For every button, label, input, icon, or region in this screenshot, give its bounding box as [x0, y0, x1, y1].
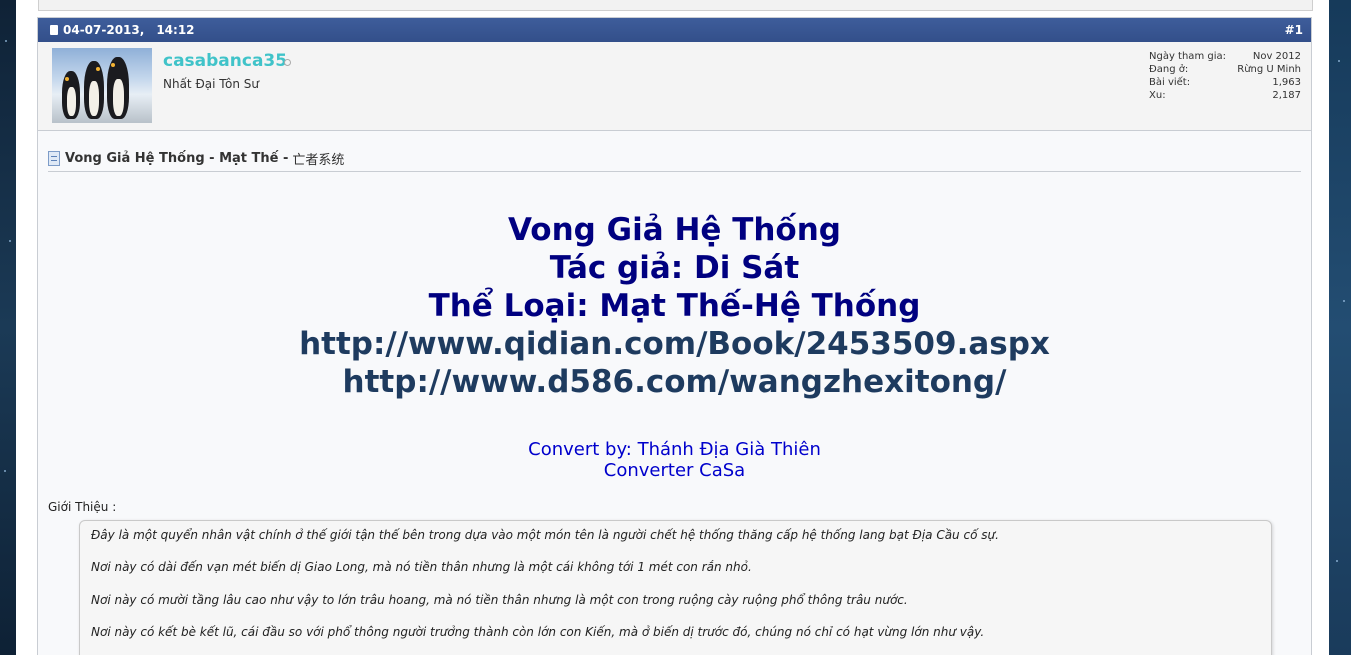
stat-value: Rừng U Minh — [1237, 64, 1301, 75]
avatar[interactable] — [52, 48, 152, 123]
source-url-qidian: http://www.qidian.com/Book/2453509.aspx — [299, 326, 1050, 362]
post-date: 04-07-2013, — [63, 23, 145, 37]
document-icon — [48, 150, 60, 166]
star-dot — [5, 40, 7, 42]
stat-label: Đang ở: — [1149, 64, 1189, 75]
post-title: Vong Giả Hệ Thống - Mạt Thế - 亡者系统 — [48, 145, 1301, 172]
stat-value: 1,963 — [1272, 77, 1301, 88]
stat-posts: Bài viết: 1,963 — [1149, 76, 1301, 89]
previous-post-edge — [38, 0, 1313, 11]
stat-value: Nov 2012 — [1252, 51, 1301, 62]
penguin-graphic — [62, 71, 80, 119]
intro-quote: Đây là một quyển nhân vật chính ở thế gi… — [79, 520, 1272, 655]
offline-status-icon — [284, 59, 291, 66]
converter-name: Converter CaSa — [603, 460, 746, 481]
stat-location: Đang ở: Rừng U Minh — [1149, 63, 1301, 76]
stat-label: Bài viết: — [1149, 77, 1191, 88]
stat-label: Xu: — [1149, 90, 1166, 101]
penguin-graphic — [84, 61, 104, 119]
post-title-text: Vong Giả Hệ Thống - Mạt Thế - — [65, 150, 289, 166]
post-number-link[interactable]: #1 — [1285, 23, 1303, 37]
post-header: 04-07-2013, 14:12 #1 — [38, 18, 1311, 42]
forum-post: 04-07-2013, 14:12 #1 casabanca35 Nhất Đạ… — [37, 17, 1312, 655]
story-author: Tác giả: Di Sát — [549, 250, 800, 286]
source-url-d586: http://www.d586.com/wangzhexitong/ — [342, 364, 1007, 400]
quote-line: Đây là một quyển nhân vật chính ở thế gi… — [91, 528, 999, 542]
user-title: Nhất Đại Tôn Sư — [163, 77, 259, 91]
stat-label: Ngày tham gia: — [1149, 51, 1226, 62]
star-dot — [9, 240, 11, 242]
story-header: Vong Giả Hệ Thống Tác giả: Di Sát Thể Lo… — [38, 211, 1311, 481]
post-body: Vong Giả Hệ Thống - Mạt Thế - 亡者系统 Vong … — [38, 131, 1311, 655]
post-icon — [50, 25, 58, 35]
stat-coins: Xu: 2,187 — [1149, 89, 1301, 102]
star-dot — [1338, 60, 1340, 62]
intro-label: Giới Thiệu : — [48, 500, 117, 514]
quote-line: Nơi này có kết bè kết lũ, cái đầu so với… — [91, 625, 985, 639]
convert-by: Convert by: Thánh Địa Già Thiên — [528, 439, 821, 460]
star-dot — [4, 470, 6, 472]
background-right — [1329, 0, 1351, 655]
story-title: Vong Giả Hệ Thống — [508, 212, 841, 248]
post-title-chinese: 亡者系统 — [292, 152, 345, 168]
background-left — [0, 0, 16, 655]
penguin-graphic — [107, 57, 129, 119]
post-time: 14:12 — [156, 23, 195, 37]
quote-line: Nơi này có dài đến vạn mét biến dị Giao … — [91, 560, 752, 574]
star-dot — [1343, 300, 1345, 302]
forum-page: 04-07-2013, 14:12 #1 casabanca35 Nhất Đạ… — [16, 0, 1329, 655]
quote-line: Nơi này có mười tầng lâu cao như vậy to … — [91, 593, 908, 607]
star-dot — [1336, 560, 1338, 562]
user-stats: Ngày tham gia: Nov 2012 Đang ở: Rừng U M… — [1149, 50, 1301, 102]
story-genre: Thể Loại: Mạt Thế-Hệ Thống — [428, 288, 921, 324]
stat-value: 2,187 — [1272, 90, 1301, 101]
user-info: casabanca35 Nhất Đại Tôn Sư Ngày tham gi… — [38, 42, 1311, 131]
stat-join-date: Ngày tham gia: Nov 2012 — [1149, 50, 1301, 63]
username-link[interactable]: casabanca35 — [163, 51, 287, 71]
